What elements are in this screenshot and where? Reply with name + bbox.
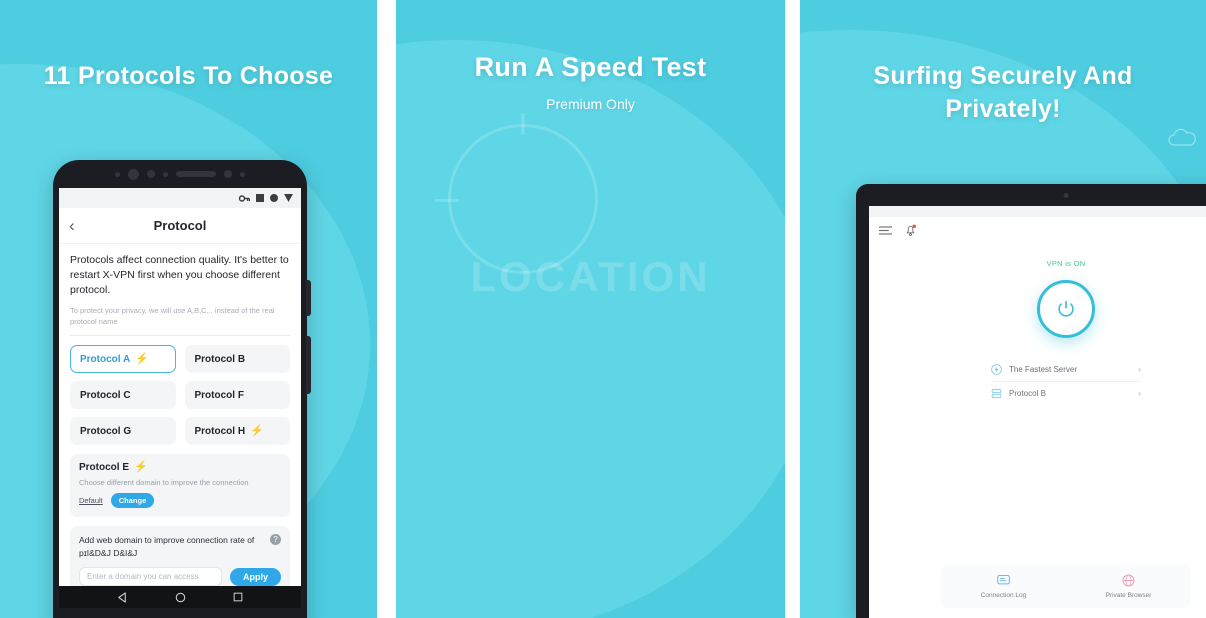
panel-1-title: 11 Protocols To Choose: [43, 62, 334, 90]
fastest-server-icon: [991, 364, 1002, 375]
add-domain-text: Add web domain to improve connection rat…: [79, 535, 255, 558]
apply-button[interactable]: Apply: [229, 567, 281, 586]
cloud-decoration-icon: [1168, 128, 1196, 146]
link-label: Protocol B: [1009, 389, 1046, 398]
protocol-privacy-note: To protect your privacy, we will use A,B…: [70, 305, 275, 326]
sensor-dot-icon: [240, 171, 245, 177]
card-label: Private Browser: [1105, 592, 1152, 599]
back-triangle-icon[interactable]: [117, 591, 128, 603]
dropdown-triangle-icon: [284, 194, 293, 202]
protocol-e-card[interactable]: Protocol E ⚡ Choose different domain to …: [70, 454, 290, 518]
page-title: Protocol: [153, 218, 207, 233]
phone-frame-1: ‹ Protocol Protocols affect connection q…: [53, 160, 311, 618]
protocol-chip-label: Protocol H: [194, 425, 246, 437]
panel-divider: [785, 0, 800, 618]
protocol-chip-f[interactable]: Protocol F: [184, 381, 290, 410]
panel-surfing-securely: Surfing Securely And Privately! VPN is O…: [800, 0, 1206, 618]
protocol-e-title: Protocol E: [79, 462, 130, 474]
panel-3-title: Surfing Securely And Privately!: [873, 62, 1133, 123]
notification-bell-icon[interactable]: [904, 223, 917, 242]
panel-divider: [377, 0, 396, 618]
protocol-stack-icon: [991, 389, 1002, 398]
chevron-right-icon: ›: [1138, 389, 1141, 398]
panel-2-subtitle: Premium Only: [546, 96, 635, 112]
panel-speed-test: Run A Speed Test Premium Only LOCATION: [396, 0, 785, 618]
tablet-feature-cards: Connection Log Private Browser: [941, 564, 1191, 608]
protocol-e-header: Protocol E ⚡: [79, 461, 281, 474]
protocol-grid: Protocol A ⚡ Protocol B Protocol C Proto…: [70, 345, 290, 446]
add-domain-row: Enter a domain you can access Apply: [79, 567, 281, 587]
tablet-top-bar: [869, 217, 1206, 247]
private-browser-icon: [1122, 574, 1135, 587]
stop-square-icon: [256, 194, 264, 202]
earpiece-speaker-icon: [176, 171, 216, 177]
front-camera-icon: [128, 168, 139, 180]
phone-1-screen: ‹ Protocol Protocols affect connection q…: [59, 188, 301, 608]
bolt-icon: ⚡: [135, 352, 149, 365]
phone-side-button[interactable]: [306, 280, 311, 316]
link-fastest-server[interactable]: The Fastest Server ›: [991, 358, 1141, 382]
protocol-e-actions: Default Change: [79, 493, 281, 509]
protocol-page-body: Protocols affect connection quality. It'…: [59, 244, 301, 596]
protocol-chip-h[interactable]: Protocol H ⚡: [184, 417, 290, 446]
domain-input[interactable]: Enter a domain you can access: [79, 567, 222, 587]
protocol-chip-b[interactable]: Protocol B: [184, 345, 290, 374]
protocol-chip-c[interactable]: Protocol C: [70, 381, 176, 410]
status-bar: [59, 188, 301, 208]
hamburger-menu-icon[interactable]: [879, 223, 892, 241]
vpn-status-text: VPN is ON: [1046, 259, 1086, 268]
tablet-links: The Fastest Server › Protocol B ›: [991, 358, 1141, 405]
app-store-screenshot-strip: 11 Protocols To Choose ‹ Protocol Protoc…: [0, 0, 1206, 618]
record-circle-icon: [270, 194, 278, 202]
card-private-browser[interactable]: Private Browser: [1066, 564, 1191, 608]
recents-square-icon[interactable]: [233, 592, 243, 602]
link-label: The Fastest Server: [1009, 365, 1078, 374]
back-chevron-icon[interactable]: ‹: [69, 216, 75, 236]
sensor-dot-icon: [163, 171, 168, 177]
link-protocol[interactable]: Protocol B ›: [991, 382, 1141, 405]
protocol-intro-text: Protocols affect connection quality. It'…: [70, 254, 289, 296]
phone-volume-button[interactable]: [306, 336, 311, 394]
tablet-frame: VPN is ON The Fastest Server › Protocol …: [856, 184, 1206, 618]
connection-log-icon: [997, 575, 1010, 585]
divider: [70, 335, 290, 337]
vpn-power-button[interactable]: [1037, 280, 1095, 338]
power-icon: [1058, 300, 1074, 317]
default-link[interactable]: Default: [79, 496, 103, 505]
protocol-chip-label: Protocol B: [194, 353, 246, 365]
sensor-dot-icon: [147, 170, 155, 178]
sensor-dot-icon: [115, 171, 120, 177]
android-nav-bar: [59, 586, 301, 608]
panel-2-title: Run A Speed Test: [474, 52, 707, 82]
protocol-chip-label: Protocol A: [80, 353, 131, 365]
card-label: Connection Log: [980, 592, 1027, 599]
power-button-wrap: [869, 280, 1206, 338]
change-button[interactable]: Change: [110, 493, 155, 509]
protocol-e-description: Choose different domain to improve the c…: [79, 478, 249, 488]
speedometer-decoration-icon: [435, 124, 598, 274]
protocol-chip-label: Protocol G: [80, 425, 132, 437]
protocol-chip-label: Protocol C: [80, 389, 131, 401]
protocol-chip-g[interactable]: Protocol G: [70, 417, 176, 446]
add-domain-card: Add web domain to improve connection rat…: [70, 526, 290, 596]
background-swoosh: [396, 40, 785, 618]
home-circle-icon[interactable]: [175, 592, 186, 603]
tablet-screen: VPN is ON The Fastest Server › Protocol …: [869, 206, 1206, 618]
sensor-dot-icon: [224, 170, 232, 178]
chevron-right-icon: ›: [1138, 365, 1141, 374]
protocol-chip-label: Protocol F: [194, 389, 244, 401]
phone-notch: [53, 160, 307, 188]
key-icon: [239, 194, 250, 203]
app-bar: ‹ Protocol: [59, 208, 301, 244]
panel-protocols: 11 Protocols To Choose ‹ Protocol Protoc…: [0, 0, 377, 618]
card-connection-log[interactable]: Connection Log: [941, 564, 1066, 608]
protocol-chip-a[interactable]: Protocol A ⚡: [70, 345, 176, 374]
location-watermark: LOCATION: [470, 253, 711, 300]
bolt-icon: ⚡: [134, 461, 148, 474]
front-camera-icon: [1063, 193, 1069, 198]
status-bar: [869, 206, 1206, 217]
bolt-icon: ⚡: [250, 424, 264, 437]
